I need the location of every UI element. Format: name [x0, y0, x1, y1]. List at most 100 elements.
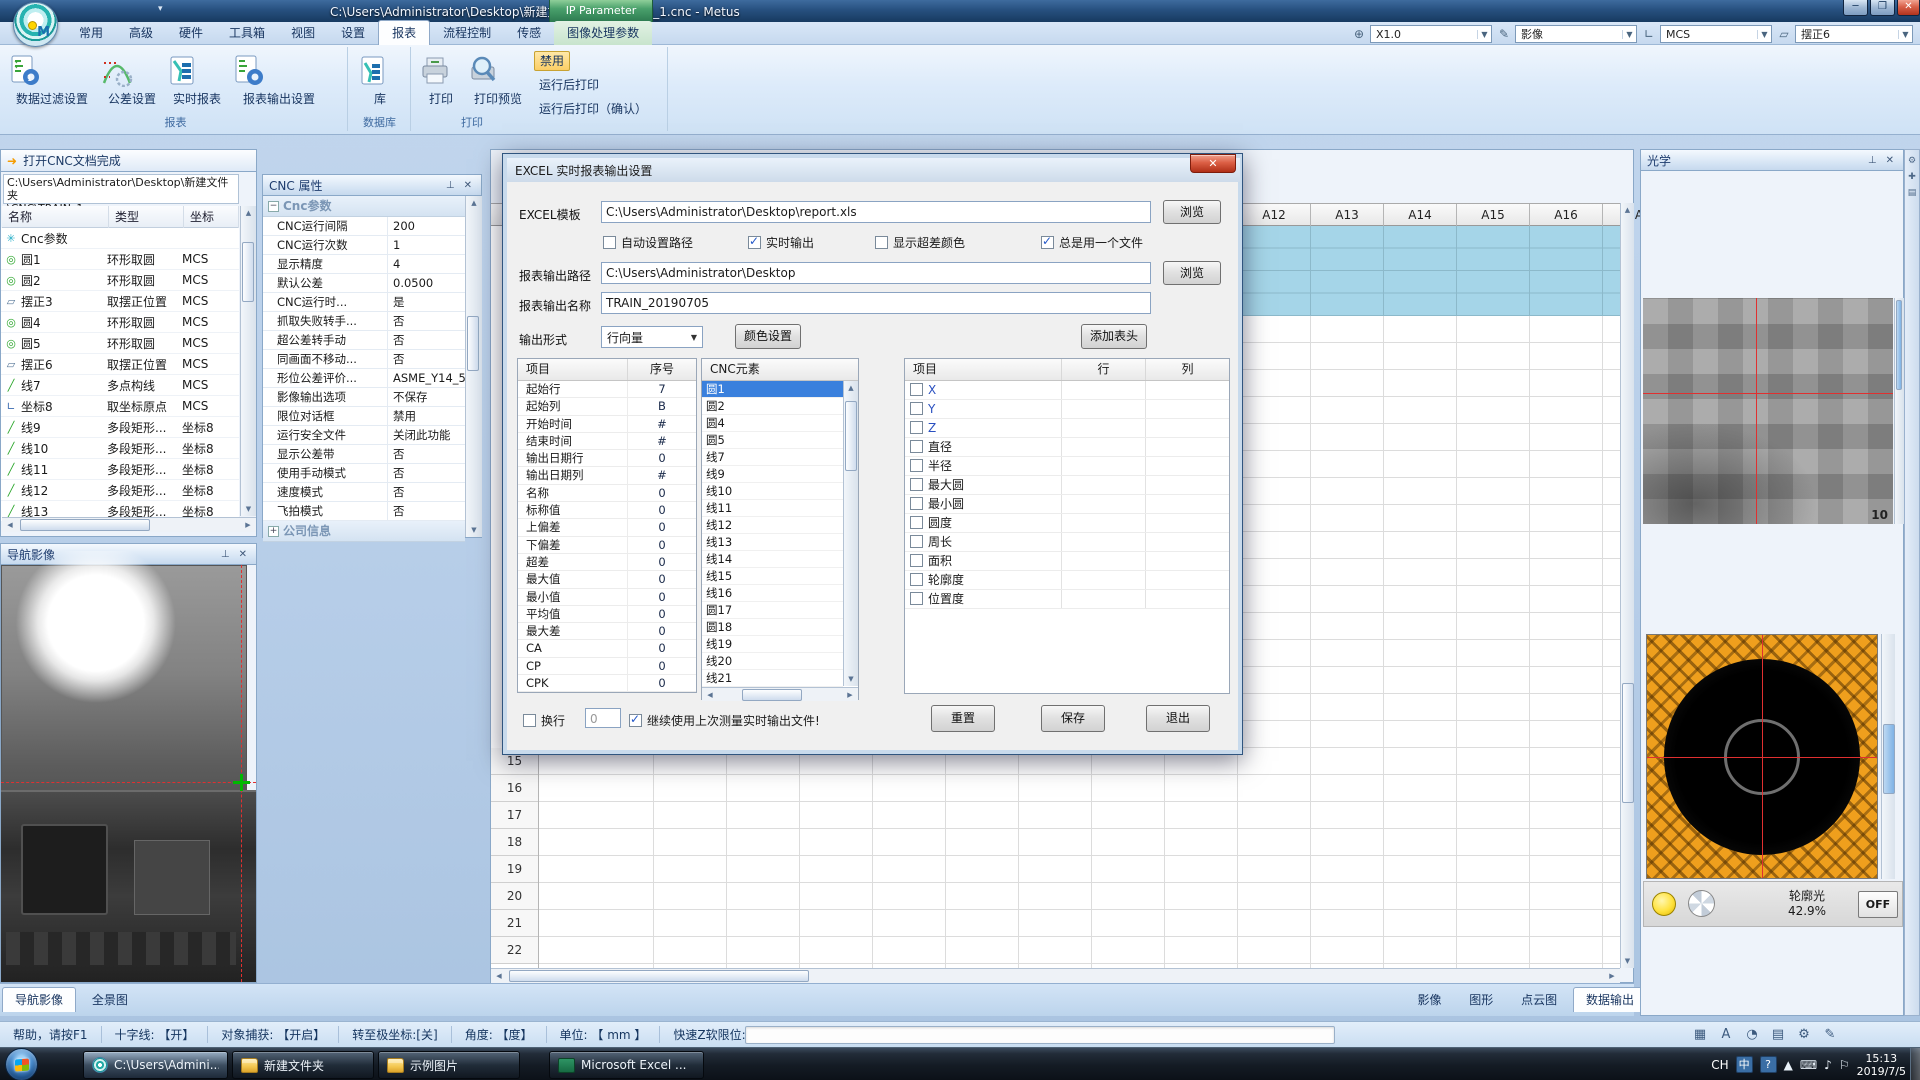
ribbon-tab[interactable]: 图像处理参数 — [554, 21, 652, 45]
taskbar-button[interactable]: C:\Users\Admini... — [83, 1051, 228, 1079]
report-output-name-input[interactable]: TRAIN_20190705 — [601, 292, 1151, 314]
view-combobox[interactable]: X1.0 ▼ — [1370, 25, 1492, 43]
chevron-down-icon[interactable]: ▼ — [1477, 30, 1491, 39]
output-field-row[interactable]: 面积 — [905, 552, 1229, 571]
section-cnc-params[interactable]: − Cnc参数 — [263, 196, 465, 217]
ribbon-tab[interactable]: 报表 — [378, 20, 430, 45]
maximize-button[interactable]: ❐ — [1870, 0, 1895, 16]
nav-panel-tab[interactable]: 导航影像 — [2, 987, 76, 1012]
taskbar-button[interactable]: 示例图片 — [378, 1051, 520, 1079]
side-toolbar-icon[interactable]: ⚙ — [1905, 156, 1919, 166]
column-header-item[interactable]: 项目 — [905, 359, 1062, 380]
grid-row-number[interactable]: 18 — [491, 829, 538, 856]
column-header-coord[interactable]: 坐标 — [184, 206, 239, 228]
ribbon-tab[interactable]: 高级 — [116, 21, 166, 45]
report-item-row[interactable]: 平均值 0 — [518, 606, 696, 623]
ribbon-tab[interactable]: 流程控制 — [430, 21, 504, 45]
output-field-row[interactable]: X — [905, 381, 1229, 400]
grid-horizontal-scrollbar[interactable]: ◀▶ — [491, 968, 1620, 983]
status-tool-icon[interactable]: ◔ — [1742, 1025, 1762, 1045]
close-button[interactable]: ✕ — [1897, 0, 1920, 16]
print-disable-option[interactable]: 禁用 — [534, 51, 570, 71]
light-off-button[interactable]: OFF — [1858, 891, 1898, 918]
cnc-element-row[interactable]: 线20 — [702, 653, 843, 670]
close-panel-icon[interactable]: ✕ — [464, 180, 475, 191]
feature-row[interactable]: ╱ 线9 多段矩形... 坐标8 — [1, 417, 239, 438]
collapse-icon[interactable]: − — [268, 201, 279, 212]
field-checkbox[interactable] — [910, 421, 923, 434]
keyboard-icon[interactable]: ⌨ — [1800, 1058, 1817, 1072]
feature-row[interactable]: ▱ 摆正3 取摆正位置 MCS — [1, 291, 239, 312]
view-combobox[interactable]: 摆正6 ▼ — [1795, 25, 1913, 43]
cnc-element-row[interactable]: 线11 — [702, 500, 843, 517]
dialog-close-button[interactable]: ✕ — [1190, 154, 1236, 173]
report-item-row[interactable]: 下偏差 0 — [518, 537, 696, 554]
column-header-row[interactable]: 行 — [1062, 359, 1146, 380]
browse-output-path-button[interactable]: 浏览 — [1163, 261, 1221, 285]
app-menu-orb[interactable]: M — [13, 2, 58, 47]
field-checkbox[interactable] — [910, 383, 923, 396]
property-row[interactable]: 速度模式 否 — [263, 483, 465, 502]
cnc-element-row[interactable]: 圆4 — [702, 415, 843, 432]
side-toolbar-icon[interactable]: ▤ — [1905, 188, 1919, 198]
collapsed-side-toolbar[interactable]: ⚙✚▤ — [1904, 149, 1920, 1016]
property-row[interactable]: 影像输出选项 不保存 — [263, 388, 465, 407]
feature-row[interactable]: ◎ 圆1 环形取圆 MCS — [1, 249, 239, 270]
field-checkbox[interactable] — [910, 592, 923, 605]
report-item-row[interactable]: 最大差 0 — [518, 623, 696, 640]
section-company-info[interactable]: + 公司信息 — [263, 521, 465, 542]
grid-row-number[interactable]: 19 — [491, 856, 538, 883]
property-row[interactable]: 抓取失败转手... 否 — [263, 312, 465, 331]
view-combobox[interactable]: MCS ▼ — [1660, 25, 1772, 43]
lens-camera-view[interactable] — [1646, 634, 1878, 879]
checkbox[interactable] — [875, 236, 888, 249]
ime-indicator[interactable]: 中 — [1736, 1056, 1753, 1073]
reset-button[interactable]: 重置 — [931, 705, 995, 732]
optics-zoom-view[interactable]: 10 — [1643, 298, 1893, 524]
ribbon-tab[interactable]: 传感 — [504, 21, 554, 45]
print-after-run-confirm-option[interactable]: 运行后打印（确认） — [534, 99, 652, 119]
column-header-item[interactable]: 项目 — [518, 359, 628, 380]
continue-checkbox[interactable] — [629, 714, 642, 727]
property-row[interactable]: 飞拍模式 否 — [263, 502, 465, 521]
cnc-element-row[interactable]: 圆17 — [702, 602, 843, 619]
print-after-run-option[interactable]: 运行后打印 — [534, 75, 604, 95]
property-row[interactable]: CNC运行次数 1 — [263, 236, 465, 255]
print-preview-button[interactable]: 打印预览 — [466, 51, 530, 113]
cnc-element-row[interactable]: 圆2 — [702, 398, 843, 415]
grid-row-number[interactable]: 22 — [491, 937, 538, 964]
tray-expand-icon[interactable]: ▲ — [1784, 1058, 1793, 1072]
report-item-row[interactable]: 最小值 0 — [518, 589, 696, 606]
property-row[interactable]: 默认公差 0.0500 — [263, 274, 465, 293]
report-output-path-input[interactable]: C:\Users\Administrator\Desktop — [601, 262, 1151, 284]
feature-row[interactable]: ▱ 摆正6 取摆正位置 MCS — [1, 354, 239, 375]
grid-column-header[interactable]: A15 — [1457, 204, 1530, 227]
properties-vertical-scrollbar[interactable]: ▲▼ — [465, 196, 482, 537]
report-item-row[interactable]: CPK 0 — [518, 675, 696, 692]
add-table-header-button[interactable]: 添加表头 — [1081, 324, 1147, 349]
field-checkbox[interactable] — [910, 573, 923, 586]
status-tool-icon[interactable]: ⚙ — [1794, 1025, 1814, 1045]
field-checkbox[interactable] — [910, 535, 923, 548]
status-tool-icon[interactable]: ▤ — [1768, 1025, 1788, 1045]
report-output-settings-button[interactable]: 报表输出设置 — [230, 51, 328, 113]
field-checkbox[interactable] — [910, 497, 923, 510]
output-field-row[interactable]: 最大圆 — [905, 476, 1229, 495]
language-indicator[interactable]: CH — [1711, 1058, 1728, 1072]
view-tab[interactable]: 影像 — [1405, 988, 1453, 1012]
cnc-element-row[interactable]: 线12 — [702, 517, 843, 534]
light-sector-icon[interactable] — [1688, 890, 1715, 917]
wrap-count-input[interactable]: 0 — [585, 708, 621, 728]
cnc-element-row[interactable]: 圆18 — [702, 619, 843, 636]
status-tool-icon[interactable]: A — [1716, 1025, 1736, 1045]
view-combobox[interactable]: 影像 ▼ — [1515, 25, 1637, 43]
field-checkbox[interactable] — [910, 554, 923, 567]
file-tree-horizontal-scrollbar[interactable]: ◀▶ — [2, 517, 256, 532]
expand-icon[interactable]: + — [268, 526, 279, 537]
ribbon-tab[interactable]: 设置 — [328, 21, 378, 45]
property-row[interactable]: 限位对话框 禁用 — [263, 407, 465, 426]
cnc-element-row[interactable]: 线15 — [702, 568, 843, 585]
taskbar-button[interactable]: 新建文件夹 — [232, 1051, 374, 1079]
cnc-element-row[interactable]: 线16 — [702, 585, 843, 602]
report-item-row[interactable]: CP 0 — [518, 658, 696, 675]
